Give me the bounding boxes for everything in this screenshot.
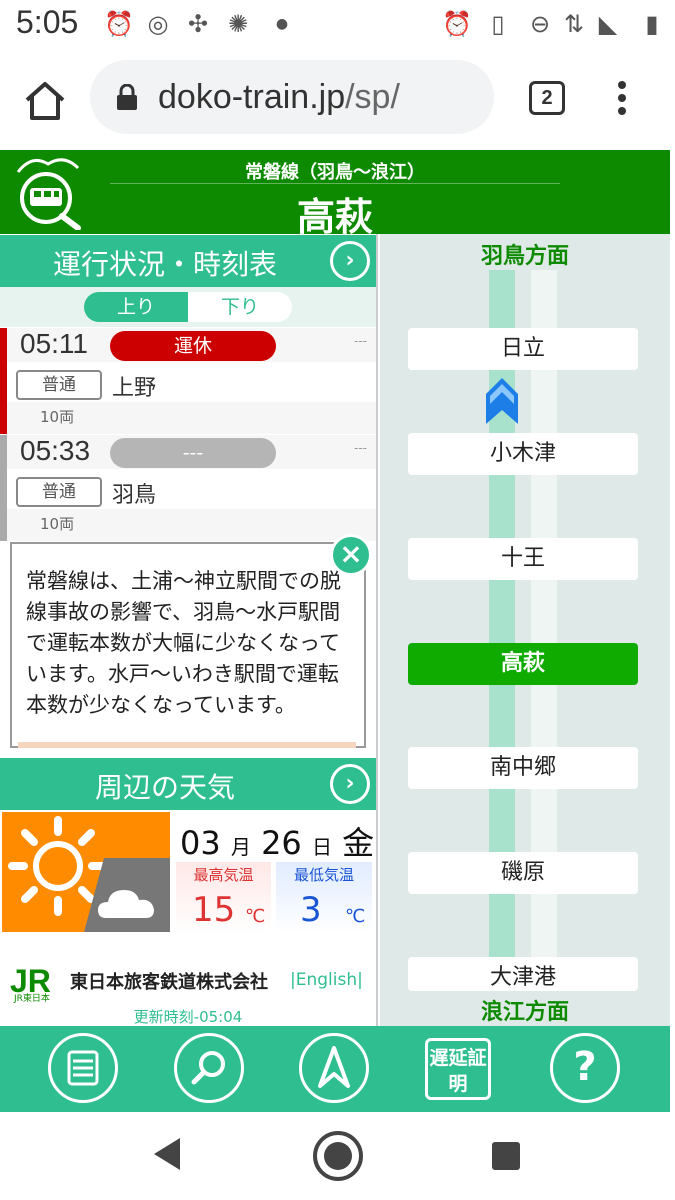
more-notifications-icon: ● (275, 16, 289, 32)
url-path: /sp/ (345, 78, 400, 116)
month-unit: 月 (230, 835, 251, 859)
high-temp-label: 最高気温 (193, 866, 254, 884)
tab-down[interactable]: 下り (188, 292, 292, 322)
station-item[interactable]: 日立 (408, 328, 638, 370)
low-temp-value: 3 (300, 890, 322, 930)
cloud-icon (84, 858, 170, 932)
train-type-badge: 普通 (16, 370, 102, 400)
weather-header[interactable]: 周辺の天気 › (0, 758, 376, 810)
train-type-badge: 普通 (16, 477, 102, 507)
route-name: 常磐線（羽鳥〜浪江） (245, 162, 425, 183)
train-cars: 10両 (40, 515, 75, 533)
weather-title: 周辺の天気 (94, 771, 235, 804)
home-circle-icon[interactable] (312, 1130, 364, 1182)
high-temp-value: 15 (192, 890, 236, 930)
tab-up[interactable]: 上り (84, 292, 188, 322)
service-notice: 常磐線は、土浦〜神立駅間での脱線事故の影響で、羽鳥〜水戸駅間で運転本数が大幅に少… (10, 542, 366, 748)
station-name: 高萩 (296, 195, 373, 239)
alarm-icon: ⏰ (104, 10, 134, 38)
train-time: 05:11 (20, 328, 88, 359)
train-row-bar (0, 435, 7, 541)
kebab-menu-icon[interactable] (610, 80, 634, 116)
train-position-icon[interactable] (486, 378, 518, 424)
header-divider (110, 183, 560, 184)
station-item[interactable]: 十王 (408, 538, 638, 580)
train-delay: --- (354, 334, 367, 348)
tab-switcher-button[interactable]: 2 (529, 81, 565, 115)
train-status-badge: 運休 (110, 331, 276, 361)
train-destination: 羽鳥 (112, 483, 157, 508)
chrome-icon: ◎ (147, 10, 169, 38)
help-icon[interactable]: ? (550, 1033, 620, 1103)
station-item[interactable]: 南中郷 (408, 747, 638, 789)
lock-icon (117, 84, 137, 110)
train-row-bar (0, 328, 7, 434)
train-row[interactable]: 05:33 --- --- 普通 羽鳥 10両 (0, 435, 376, 541)
station-item[interactable]: 小木津 (408, 433, 638, 475)
train-delay: --- (354, 441, 367, 455)
high-temp-unit: ℃ (245, 906, 266, 927)
chevron-right-icon[interactable]: › (330, 241, 370, 281)
app-icon: ✣ (187, 10, 209, 38)
url-host: doko-train.jp (158, 78, 346, 116)
weather-month: 03 (180, 824, 221, 862)
chevron-right-icon[interactable]: › (330, 764, 370, 804)
schedule-title: 運行状況・時刻表 (52, 248, 277, 281)
doko-train-logo[interactable] (12, 154, 84, 230)
weather-date: 03 月 26 日 金 (180, 818, 374, 864)
train-time: 05:33 (20, 435, 91, 466)
vibrate-icon: ▯ (491, 10, 505, 38)
train-cars: 10両 (40, 408, 75, 426)
url-text[interactable]: doko-train.jp/sp/ (158, 78, 400, 117)
low-temp-unit: ℃ (345, 906, 366, 927)
weather-weekday: 金 (342, 824, 375, 862)
signal-icon: ◣ (598, 10, 618, 38)
train-status-badge: --- (110, 438, 276, 468)
close-icon[interactable]: × (330, 534, 372, 576)
schedule-header[interactable]: 運行状況・時刻表 › (0, 235, 376, 287)
alarm-icon-2: ⏰ (442, 10, 472, 38)
do-not-disturb-icon: ⊖ (529, 10, 551, 38)
company-name: 東日本旅客鉄道株式会社 (70, 972, 268, 993)
train-row[interactable]: 05:11 運休 --- 普通 上野 10両 (0, 328, 376, 434)
train-destination: 上野 (112, 376, 157, 401)
station-item[interactable]: 大津港 (408, 957, 638, 991)
low-temp-label: 最低気温 (293, 866, 354, 884)
notice-strip (18, 742, 356, 748)
delay-certificate-icon[interactable]: 遅延証明 (425, 1038, 491, 1100)
direction-top: 羽鳥方面 (480, 244, 569, 269)
battery-icon: ▮ (645, 10, 659, 38)
navigate-icon[interactable] (299, 1033, 369, 1103)
search-icon[interactable] (174, 1033, 244, 1103)
jr-east-sub: JR東日本 (14, 994, 50, 1004)
recent-apps-icon[interactable] (492, 1142, 520, 1170)
update-time: 更新時刻-05:04 (133, 1008, 243, 1026)
weather-day: 26 (261, 824, 302, 862)
day-unit: 日 (311, 835, 332, 859)
app-icon-2: ✺ (227, 10, 249, 38)
station-item[interactable]: 磯原 (408, 852, 638, 894)
list-icon[interactable] (48, 1033, 118, 1103)
direction-bottom: 浪江方面 (480, 1000, 569, 1025)
back-icon[interactable] (152, 1136, 182, 1172)
home-icon[interactable] (22, 78, 68, 124)
station-item-current[interactable]: 高萩 (408, 643, 638, 685)
english-link[interactable]: |English| (290, 970, 363, 990)
status-time: 5:05 (16, 4, 79, 40)
data-icon: ⇅ (563, 10, 585, 38)
